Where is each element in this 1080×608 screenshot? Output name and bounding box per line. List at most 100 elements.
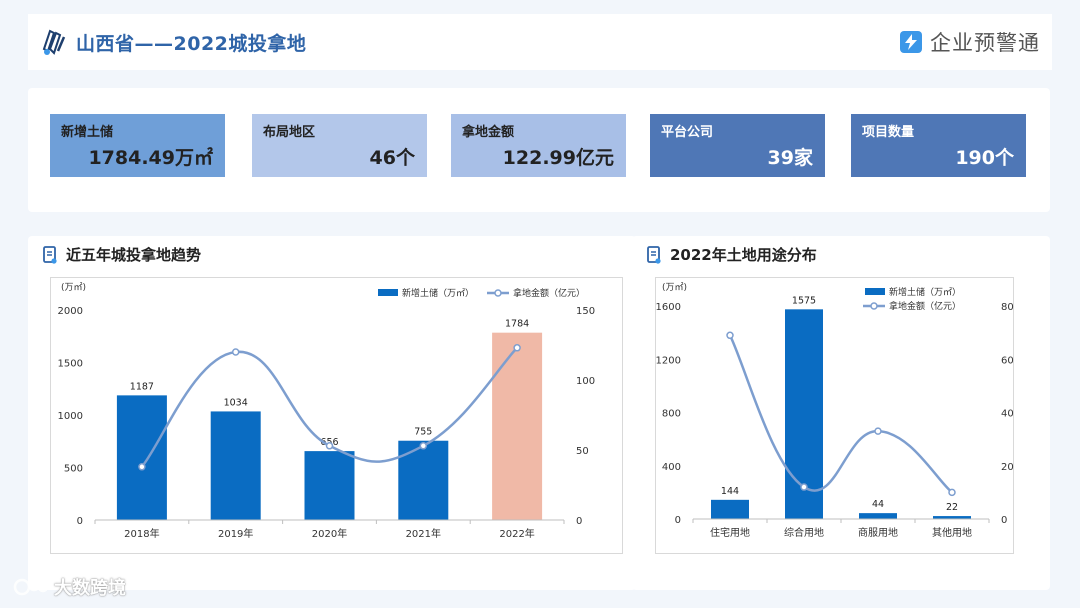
amount-point: [325, 442, 334, 450]
legend-line-label: 拿地金额（亿元）: [513, 287, 585, 299]
y-tick-label: 0: [675, 515, 681, 526]
legend-bar-label: 新增土储（万㎡）: [402, 287, 474, 299]
kpi-value: 1784.49万㎡: [88, 147, 213, 169]
bar-data-label: 1784: [505, 319, 529, 330]
bar: [210, 411, 261, 520]
bar-data-label: 1187: [130, 381, 154, 392]
usage-panel: 2022年土地用途分布 (万㎡) 0 400 800 1200 1600 0 20 40 60 80…: [632, 236, 1050, 590]
x-tick-label: 2022年: [499, 527, 534, 540]
y-axis-unit-label: (万㎡): [61, 282, 86, 293]
y-tick-label: 800: [662, 409, 681, 420]
brand-logo: 企业预警通: [900, 27, 1040, 57]
usage-chart: (万㎡) 0 400 800 1200 1600 0 20 40 60 80 144 1575 44 22 住…: [656, 282, 1014, 539]
bar-data-label: 755: [414, 427, 432, 438]
legend-bar-swatch: [378, 289, 398, 296]
kpi-value: 122.99亿元: [502, 147, 614, 169]
legend-line-marker: [494, 289, 502, 297]
y-axis-unit-label: (万㎡): [662, 282, 687, 293]
x-tick-label: 2019年: [218, 527, 253, 540]
kpi-value: 39家: [767, 147, 813, 169]
x-tick-label: 2021年: [406, 527, 441, 540]
amount-point: [513, 344, 521, 352]
header-bar: 山西省——2022城投拿地 企业预警通: [28, 14, 1052, 70]
x-tick-label: 住宅用地: [710, 526, 750, 539]
trend-chart: (万㎡)050010001500200005010015011871034656…: [58, 282, 596, 540]
legend-bar-swatch: [865, 288, 885, 295]
kpi-label: 布局地区: [263, 125, 316, 140]
bar-data-label: 44: [872, 499, 884, 510]
document-icon: [43, 245, 57, 264]
x-tick-label: 其他用地: [932, 526, 972, 539]
amount-point: [800, 483, 808, 491]
kpi-card-land-amount: 拿地金额 122.99亿元: [451, 114, 626, 177]
amount-point: [874, 427, 882, 435]
y-tick-label: 1000: [58, 411, 83, 422]
legend-line-marker: [870, 302, 878, 310]
x-tick-label: 2018年: [124, 527, 159, 540]
trend-chart-frame: (万㎡)050010001500200005010015011871034656…: [50, 277, 623, 554]
bar: [859, 513, 897, 519]
document-icon: [647, 245, 661, 264]
x-tick-label: 商服用地: [858, 526, 898, 539]
trend-panel: 近五年城投拿地趋势 (万㎡) 0 500 1000 1500 2000 0 50 100 150 1…: [28, 236, 636, 590]
bar: [398, 440, 449, 520]
y2-tick-label: 40: [1001, 409, 1014, 420]
bar: [711, 499, 749, 519]
bar-data-label: 144: [721, 486, 739, 497]
y2-tick-label: 80: [1001, 302, 1014, 313]
section-title: 2022年土地用途分布: [670, 246, 817, 264]
y-tick-label: 1500: [58, 359, 83, 370]
kpi-card-projects: 项目数量 190个: [851, 114, 1026, 177]
y2-tick-label: 150: [576, 306, 595, 317]
kpi-panel: 新增土储 1784.49万㎡ 布局地区 46个 拿地金额 122.99亿元 平台…: [28, 88, 1050, 212]
usage-section-header: 2022年土地用途分布: [646, 244, 817, 265]
y2-tick-label: 0: [1001, 515, 1007, 526]
bar-data-label: 1034: [224, 397, 248, 408]
amount-point: [138, 463, 146, 471]
legend-bar-label: 新增土储（万㎡）: [889, 286, 961, 298]
bar: [116, 395, 167, 520]
y2-tick-label: 20: [1001, 462, 1014, 473]
trend-section-header: 近五年城投拿地趋势: [42, 244, 201, 265]
watermark-logo-icon: [13, 578, 49, 596]
kpi-label: 新增土储: [61, 125, 114, 140]
usage-chart-frame: (万㎡) 0 400 800 1200 1600 0 20 40 60 80 144 1575 44 22 住…: [655, 277, 1014, 554]
kpi-label: 项目数量: [862, 125, 915, 140]
y2-tick-label: 60: [1001, 355, 1014, 366]
y-tick-label: 1200: [656, 355, 681, 366]
y2-tick-label: 100: [576, 376, 595, 387]
y2-tick-label: 50: [576, 446, 589, 457]
amount-line: [728, 334, 953, 494]
brand-name: 企业预警通: [930, 31, 1040, 55]
y-tick-label: 1600: [656, 302, 681, 313]
x-tick-label: 2020年: [312, 527, 347, 540]
y-tick-label: 500: [64, 464, 83, 475]
kpi-label: 平台公司: [661, 125, 714, 140]
kpi-card-land-reserve: 新增土储 1784.49万㎡: [50, 114, 225, 177]
y2-tick-label: 0: [576, 516, 582, 527]
amount-point: [231, 348, 240, 356]
legend-line-label: 拿地金额（亿元）: [889, 300, 961, 312]
bar: [304, 451, 355, 520]
notebook-pen-icon: [42, 29, 66, 55]
y-tick-label: 2000: [58, 306, 83, 317]
y-tick-label: 400: [662, 462, 681, 473]
page-title: 山西省——2022城投拿地: [76, 32, 307, 55]
kpi-card-regions: 布局地区 46个: [252, 114, 427, 177]
kpi-label: 拿地金额: [462, 125, 515, 140]
kpi-card-companies: 平台公司 39家: [650, 114, 825, 177]
kpi-value: 190个: [955, 147, 1014, 169]
bar: [492, 332, 543, 520]
kpi-value: 46个: [369, 147, 415, 169]
y-tick-label: 0: [77, 516, 83, 527]
amount-point: [419, 442, 428, 450]
amount-point: [948, 488, 956, 497]
section-title: 近五年城投拿地趋势: [66, 246, 202, 264]
watermark-text: 大数跨境: [54, 578, 126, 599]
watermark: 大数跨境: [12, 574, 126, 600]
x-tick-label: 综合用地: [784, 526, 824, 539]
bar-data-label: 1575: [792, 295, 816, 306]
lightning-icon: [900, 31, 922, 53]
amount-point: [726, 331, 734, 340]
bar-data-label: 22: [946, 502, 958, 513]
